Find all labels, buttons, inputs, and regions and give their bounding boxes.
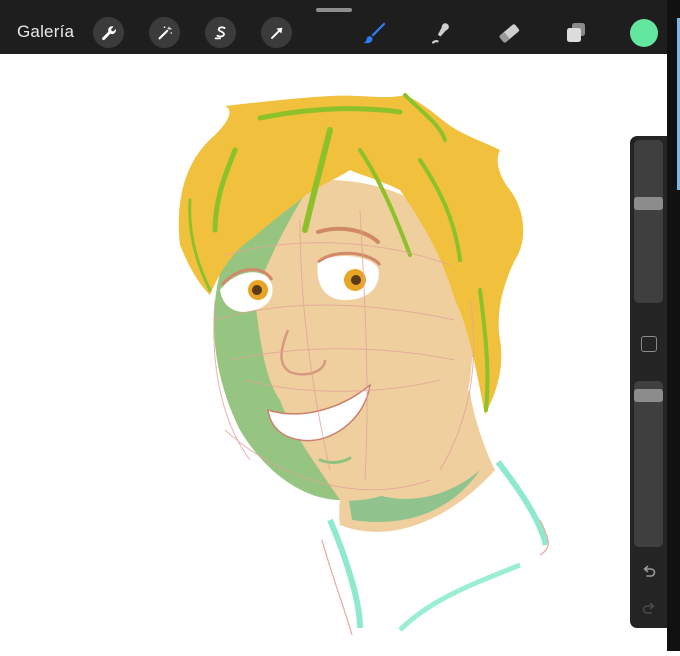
layers-button[interactable] — [560, 17, 592, 49]
eraser-icon — [499, 24, 520, 43]
undo-icon — [643, 565, 656, 577]
character-illustration — [178, 93, 549, 636]
selection-button[interactable] — [205, 17, 236, 48]
selection-icon — [214, 25, 225, 39]
wrench-icon — [101, 25, 116, 40]
opacity-thumb[interactable] — [634, 389, 663, 402]
transform-button[interactable] — [261, 17, 292, 48]
modify-button[interactable] — [641, 336, 657, 352]
brush-icon — [363, 22, 386, 44]
adjustments-button[interactable] — [149, 17, 180, 48]
transform-arrow-icon — [270, 27, 282, 39]
top-toolbar: Galería — [0, 0, 680, 54]
brush-size-slider[interactable] — [634, 140, 663, 303]
drawing-canvas[interactable] — [0, 54, 667, 651]
redo-button[interactable] — [639, 599, 659, 619]
layers-icon — [567, 23, 585, 42]
right-screen-edge — [667, 0, 680, 651]
magic-wand-icon — [158, 25, 172, 39]
smudge-button[interactable] — [425, 17, 457, 49]
brush-size-thumb[interactable] — [634, 197, 663, 210]
redo-icon — [642, 602, 655, 614]
gallery-button[interactable]: Galería — [17, 22, 74, 42]
smudge-icon — [431, 23, 449, 44]
drag-handle[interactable] — [316, 8, 352, 12]
eraser-button[interactable] — [493, 17, 525, 49]
undo-button[interactable] — [639, 562, 659, 582]
actions-button[interactable] — [93, 17, 124, 48]
brush-button[interactable] — [358, 17, 390, 49]
color-swatch[interactable] — [630, 19, 658, 47]
opacity-slider[interactable] — [634, 381, 663, 547]
side-panel — [630, 136, 667, 628]
